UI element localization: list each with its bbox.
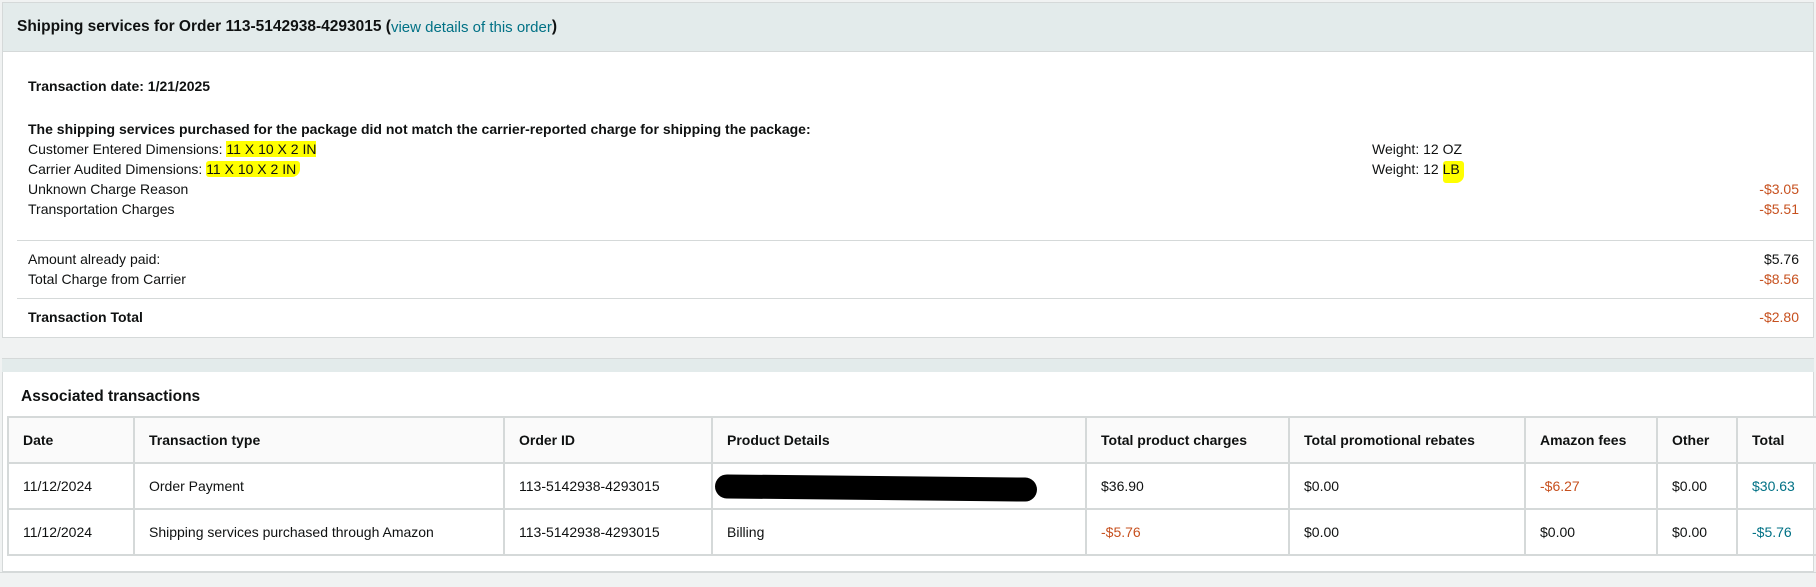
carrier-weight-prefix: Weight: 12 <box>1372 161 1443 177</box>
customer-dimensions: Customer Entered Dimensions: 11 X 10 X 2… <box>28 141 317 157</box>
column-header-total[interactable]: Total <box>1736 416 1816 464</box>
table-row: 11/12/2024 Order Payment 113-5142938-429… <box>7 462 1816 510</box>
cell-total-promotional-rebates: $0.00 <box>1288 462 1526 510</box>
cell-total-promotional-rebates: $0.00 <box>1288 508 1526 556</box>
charge-amount: -$3.05 <box>1759 181 1799 197</box>
transaction-total-label: Transaction Total <box>28 309 143 325</box>
customer-weight: Weight: 12 OZ <box>1372 141 1462 157</box>
associated-transactions-panel: Associated transactions Date Transaction… <box>2 372 1816 572</box>
cell-other: $0.00 <box>1656 508 1738 556</box>
cell-total: -$5.76 <box>1736 508 1816 556</box>
column-header-amazon-fees[interactable]: Amazon fees <box>1524 416 1658 464</box>
section-separator <box>2 358 1814 372</box>
amount-paid-value: $5.76 <box>1763 251 1799 267</box>
customer-dimensions-label: Customer Entered Dimensions: <box>28 141 227 157</box>
redaction-mark <box>714 474 1038 502</box>
cell-amazon-fees: -$6.27 <box>1524 462 1658 510</box>
panel-header: Shipping services for Order 113-5142938-… <box>3 3 1813 52</box>
cell-date: 11/12/2024 <box>7 462 135 510</box>
column-header-date[interactable]: Date <box>7 416 135 464</box>
column-header-product-details[interactable]: Product Details <box>711 416 1087 464</box>
charge-label: Unknown Charge Reason <box>28 181 189 197</box>
carrier-dimensions-label: Carrier Audited Dimensions: <box>28 161 207 177</box>
column-header-total-promotional-rebates[interactable]: Total promotional rebates <box>1288 416 1526 464</box>
cell-amazon-fees: $0.00 <box>1524 508 1658 556</box>
shipping-services-panel: Shipping services for Order 113-5142938-… <box>2 2 1814 338</box>
cell-total-product-charges: $36.90 <box>1085 462 1290 510</box>
carrier-total-value: -$8.56 <box>1759 271 1799 287</box>
associated-transactions-title: Associated transactions <box>21 388 201 405</box>
cell-product-details: Billing <box>711 508 1087 556</box>
customer-weight-prefix: Weight: 12 <box>1372 141 1443 157</box>
customer-dimensions-value: 11 X 10 X 2 IN <box>226 141 317 157</box>
mismatch-note: The shipping services purchased for the … <box>28 121 811 137</box>
transaction-total-value: -$2.80 <box>1759 309 1799 325</box>
column-header-order-id[interactable]: Order ID <box>503 416 713 464</box>
charge-label: Transportation Charges <box>28 201 175 217</box>
column-header-transaction-type[interactable]: Transaction type <box>133 416 505 464</box>
carrier-weight: Weight: 12 LB <box>1372 161 1464 183</box>
carrier-weight-unit: LB <box>1442 161 1464 183</box>
header-title-prefix: Shipping services for Order 113-5142938-… <box>17 18 391 35</box>
carrier-total-label: Total Charge from Carrier <box>28 271 186 287</box>
footer-bar <box>0 572 1816 587</box>
column-header-other[interactable]: Other <box>1656 416 1738 464</box>
cell-transaction-type: Shipping services purchased through Amaz… <box>133 508 505 556</box>
table-row: 11/12/2024 Shipping services purchased t… <box>7 508 1816 556</box>
cell-total: $30.63 <box>1736 462 1816 510</box>
customer-weight-unit: OZ <box>1442 141 1463 157</box>
view-order-details-link[interactable]: view details of this order <box>391 19 552 36</box>
divider <box>17 298 1813 299</box>
carrier-dimensions-value: 11 X 10 X 2 IN <box>206 161 301 177</box>
divider <box>17 240 1813 241</box>
amount-paid-label: Amount already paid: <box>28 251 161 267</box>
cell-date: 11/12/2024 <box>7 508 135 556</box>
cell-total-product-charges: -$5.76 <box>1085 508 1290 556</box>
table-header-row: Date Transaction type Order ID Product D… <box>7 416 1816 464</box>
transactions-table: Date Transaction type Order ID Product D… <box>7 416 1816 556</box>
cell-other: $0.00 <box>1656 462 1738 510</box>
cell-transaction-type: Order Payment <box>133 462 505 510</box>
cell-order-id: 113-5142938-4293015 <box>503 508 713 556</box>
column-header-total-product-charges[interactable]: Total product charges <box>1085 416 1290 464</box>
header-title-suffix: ) <box>551 18 558 35</box>
transaction-date: Transaction date: 1/21/2025 <box>28 78 211 94</box>
cell-product-details <box>711 462 1087 510</box>
carrier-dimensions: Carrier Audited Dimensions: 11 X 10 X 2 … <box>28 161 301 177</box>
cell-order-id: 113-5142938-4293015 <box>503 462 713 510</box>
charge-amount: -$5.51 <box>1759 201 1799 217</box>
